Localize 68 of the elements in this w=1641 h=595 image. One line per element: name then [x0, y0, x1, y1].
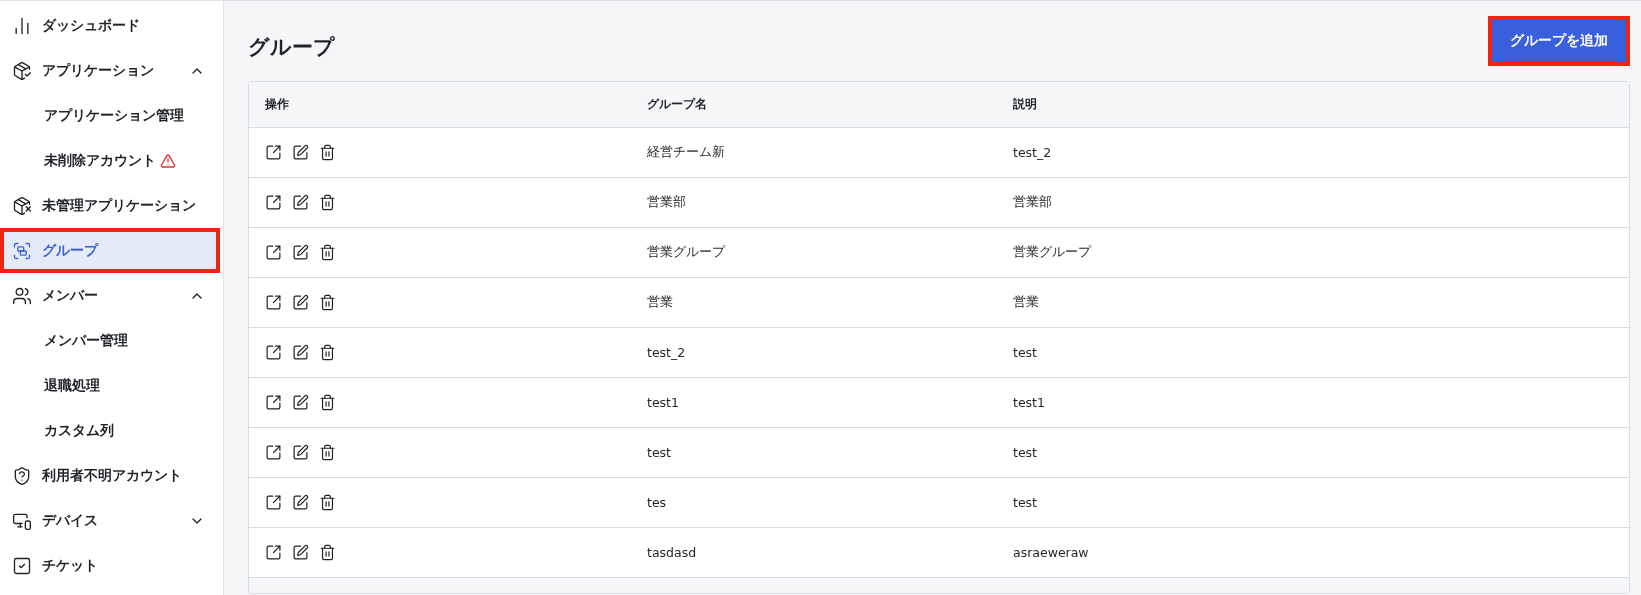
edit-icon[interactable] [292, 344, 309, 361]
table-cell-text: test [1013, 345, 1038, 360]
open-icon[interactable] [265, 444, 282, 461]
sidebar-item[interactable]: チケット [0, 543, 223, 588]
trash-icon[interactable] [319, 194, 336, 211]
edit-icon[interactable] [292, 444, 309, 461]
sidebar-subitem[interactable]: アプリケーション管理 [0, 93, 223, 138]
trash-icon[interactable] [319, 294, 336, 311]
sidebar-item[interactable]: 未管理アプリケーション [0, 183, 223, 228]
open-icon[interactable] [265, 244, 282, 261]
trash-icon[interactable] [319, 344, 336, 361]
table-cell-text: test_2 [647, 345, 687, 360]
trash-icon[interactable] [319, 544, 336, 561]
package-check-icon [12, 60, 32, 81]
shield-question-icon [12, 465, 32, 486]
table-cell-text: 経営チーム新 [647, 144, 726, 161]
table-cell-text: test [1013, 495, 1038, 510]
table-cell-text: test [1013, 445, 1038, 460]
column-header: 説明 [1013, 96, 1038, 113]
open-icon[interactable] [265, 294, 282, 311]
edit-icon[interactable] [292, 544, 309, 561]
sidebar-subitem[interactable]: メンバー管理 [0, 318, 223, 363]
trash-icon[interactable] [319, 394, 336, 411]
edit-icon[interactable] [292, 394, 309, 411]
trash-icon[interactable] [319, 144, 336, 161]
group-icon [12, 240, 32, 261]
sidebar-item[interactable]: グループ [0, 228, 220, 273]
open-icon[interactable] [265, 344, 282, 361]
open-icon[interactable] [265, 144, 282, 161]
sidebar-subitem[interactable]: 退職処理 [0, 363, 223, 408]
sidebar-item[interactable]: デバイス [0, 498, 223, 543]
edit-icon[interactable] [292, 244, 309, 261]
package-x-icon [12, 195, 32, 216]
sidebar-item[interactable]: 利用者不明アカウント [0, 453, 223, 498]
table-cell-text: test1 [647, 395, 680, 410]
table-cell-text: 営業グループ [1013, 244, 1093, 261]
table-cell-text: tes [647, 495, 668, 510]
page-title: グループ [248, 34, 335, 61]
edit-icon[interactable] [292, 194, 309, 211]
table-cell-text: 営業 [647, 294, 674, 311]
checkbox-icon [12, 555, 32, 576]
open-icon[interactable] [265, 544, 282, 561]
table-cell-text: 営業グループ [647, 244, 727, 261]
edit-icon[interactable] [292, 144, 309, 161]
sidebar-item[interactable]: メンバー [0, 273, 223, 318]
open-icon[interactable] [265, 394, 282, 411]
table-cell-text: tasdasd [647, 545, 698, 560]
column-header: グループ名 [647, 96, 708, 113]
open-icon[interactable] [265, 494, 282, 511]
table-cell-text: test [647, 445, 672, 460]
trash-icon[interactable] [319, 494, 336, 511]
trash-icon[interactable] [319, 444, 336, 461]
sidebar-subitem[interactable]: 未削除アカウント [0, 138, 223, 183]
table-cell-text: 営業部 [1013, 194, 1053, 211]
sidebar-subitem[interactable]: カスタム列 [0, 408, 223, 453]
trash-icon[interactable] [319, 244, 336, 261]
table-cell-text: 営業 [1013, 294, 1040, 311]
column-header: 操作 [264, 96, 290, 113]
table-cell-text: test_2 [1013, 145, 1053, 160]
table-cell-text: 営業部 [647, 194, 687, 211]
table-cell-text: asraeweraw [1013, 545, 1090, 560]
sidebar-item[interactable]: ダッシュボード [0, 3, 223, 48]
sidebar-item[interactable]: アプリケーション [0, 48, 223, 93]
edit-icon[interactable] [292, 494, 309, 511]
edit-icon[interactable] [292, 294, 309, 311]
table-cell-text: test1 [1013, 395, 1046, 410]
users-icon [12, 285, 32, 306]
open-icon[interactable] [265, 194, 282, 211]
